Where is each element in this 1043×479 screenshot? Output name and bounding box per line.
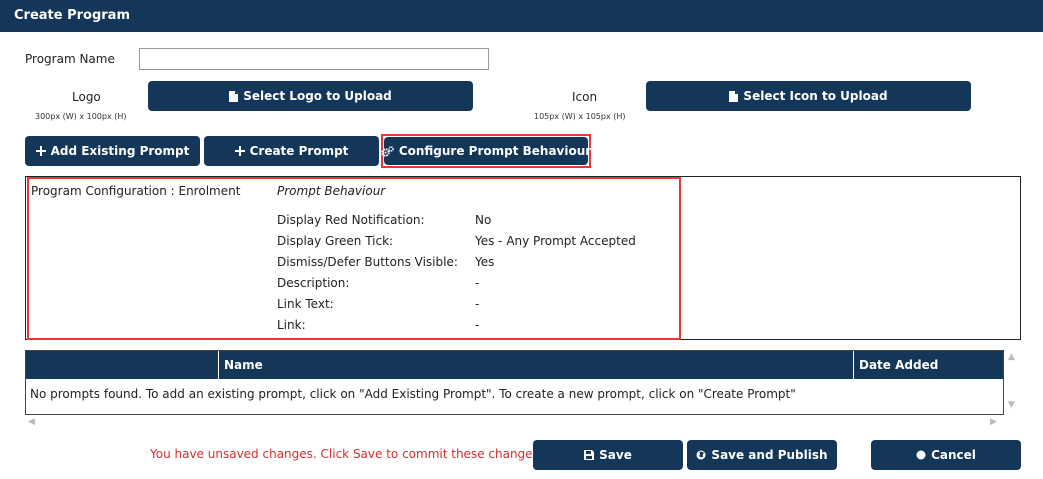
window-title: Create Program xyxy=(0,0,1043,32)
save-label: Save xyxy=(599,448,632,462)
configure-prompt-behaviour-label: Configure Prompt Behaviour xyxy=(398,144,592,158)
scroll-right-icon[interactable]: ▶ xyxy=(990,417,997,427)
table-header: Name Date Added xyxy=(26,351,1003,379)
config-row-label: Dismiss/Defer Buttons Visible: xyxy=(277,255,458,269)
globe-icon xyxy=(696,450,706,460)
program-configuration-label: Program Configuration : Enrolment xyxy=(31,184,241,198)
prompt-behaviour-heading: Prompt Behaviour xyxy=(277,184,386,198)
save-and-publish-label: Save and Publish xyxy=(711,448,828,462)
select-logo-button[interactable]: Select Logo to Upload xyxy=(148,81,473,111)
floppy-icon xyxy=(584,450,595,460)
add-existing-prompt-button[interactable]: Add Existing Prompt xyxy=(25,136,200,166)
column-header-date-added[interactable]: Date Added xyxy=(853,351,1003,379)
config-row-label: Display Green Tick: xyxy=(277,234,394,248)
create-prompt-label: Create Prompt xyxy=(249,144,349,158)
config-row-value: - xyxy=(475,297,480,311)
program-name-input[interactable] xyxy=(139,48,489,70)
config-row-value: - xyxy=(475,318,480,332)
logo-label: Logo xyxy=(72,90,101,104)
config-row-label: Link Text: xyxy=(277,297,334,311)
save-button[interactable]: Save xyxy=(533,440,683,470)
scroll-up-icon[interactable]: ▲ xyxy=(1008,352,1015,362)
select-icon-button[interactable]: Select Icon to Upload xyxy=(646,81,971,111)
logo-size-hint: 300px (W) x 100px (H) xyxy=(35,112,127,121)
scroll-down-icon[interactable]: ▼ xyxy=(1008,400,1015,410)
horizontal-scrollbar[interactable]: ◀ ▶ xyxy=(25,417,1004,431)
unsaved-changes-message: You have unsaved changes. Click Save to … xyxy=(150,447,543,461)
cogs-icon xyxy=(381,145,394,157)
configure-prompt-behaviour-button[interactable]: Configure Prompt Behaviour xyxy=(381,137,592,165)
config-row-label: Link: xyxy=(277,318,306,332)
select-icon-label: Select Icon to Upload xyxy=(743,89,888,103)
plus-icon xyxy=(234,146,245,156)
column-header-name[interactable]: Name xyxy=(218,351,853,379)
scroll-left-icon[interactable]: ◀ xyxy=(28,417,35,427)
table-empty-row: No prompts found. To add an existing pro… xyxy=(26,379,1003,414)
circle-icon xyxy=(916,450,926,460)
cancel-button[interactable]: Cancel xyxy=(871,440,1021,470)
program-name-label: Program Name xyxy=(25,52,115,66)
plus-icon xyxy=(35,146,46,156)
config-row-label: Display Red Notification: xyxy=(277,213,425,227)
icon-size-hint: 105px (W) x 105px (H) xyxy=(534,112,626,121)
icon-label: Icon xyxy=(572,90,598,104)
vertical-scrollbar[interactable]: ▲ ▼ xyxy=(1006,350,1020,415)
config-row-value: Yes - Any Prompt Accepted xyxy=(475,234,636,248)
empty-table-message: No prompts found. To add an existing pro… xyxy=(30,387,796,401)
save-and-publish-button[interactable]: Save and Publish xyxy=(687,440,837,470)
add-existing-prompt-label: Add Existing Prompt xyxy=(50,144,190,158)
config-row-value: Yes xyxy=(475,255,495,269)
file-icon xyxy=(729,90,739,102)
select-logo-label: Select Logo to Upload xyxy=(243,89,392,103)
prompts-table: Name Date Added No prompts found. To add… xyxy=(25,350,1004,415)
config-row-value: No xyxy=(475,213,492,227)
create-prompt-button[interactable]: Create Prompt xyxy=(204,136,379,166)
config-row-value: - xyxy=(475,276,480,290)
file-icon xyxy=(229,90,239,102)
column-header-select[interactable] xyxy=(26,351,218,379)
config-row-label: Description: xyxy=(277,276,350,290)
cancel-label: Cancel xyxy=(931,448,976,462)
